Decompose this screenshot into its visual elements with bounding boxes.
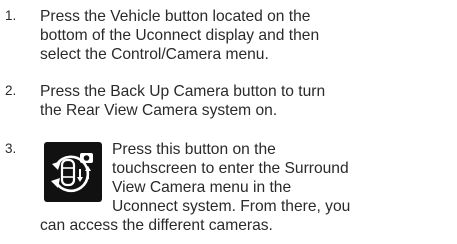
step-line: Press this button on the (112, 141, 276, 158)
step-line: the Rear View Camera system on. (40, 102, 278, 119)
step-line: Press the Back Up Camera button to turn (40, 83, 326, 100)
step-number: 2. (5, 83, 17, 98)
step-line: bottom of the Uconnect display and then (40, 27, 320, 44)
step-text: Press the Vehicle button located on the … (40, 7, 450, 64)
surround-view-camera-icon (44, 142, 102, 202)
step-line: Press the Vehicle button located on the (40, 8, 311, 25)
step-text: Press this button on the touchscreen to … (112, 140, 457, 216)
step-line: View Camera menu in the (112, 179, 292, 196)
step-line: Uconnect system. From there, you (112, 198, 351, 215)
step-number: 3. (5, 141, 17, 156)
step-line: can access the different cameras. (40, 217, 273, 234)
step-text: Press the Back Up Camera button to turn … (40, 82, 450, 120)
step-number: 1. (5, 8, 17, 23)
step-line: select the Control/Camera menu. (40, 46, 269, 63)
step-line: touchscreen to enter the Surround (112, 160, 349, 177)
